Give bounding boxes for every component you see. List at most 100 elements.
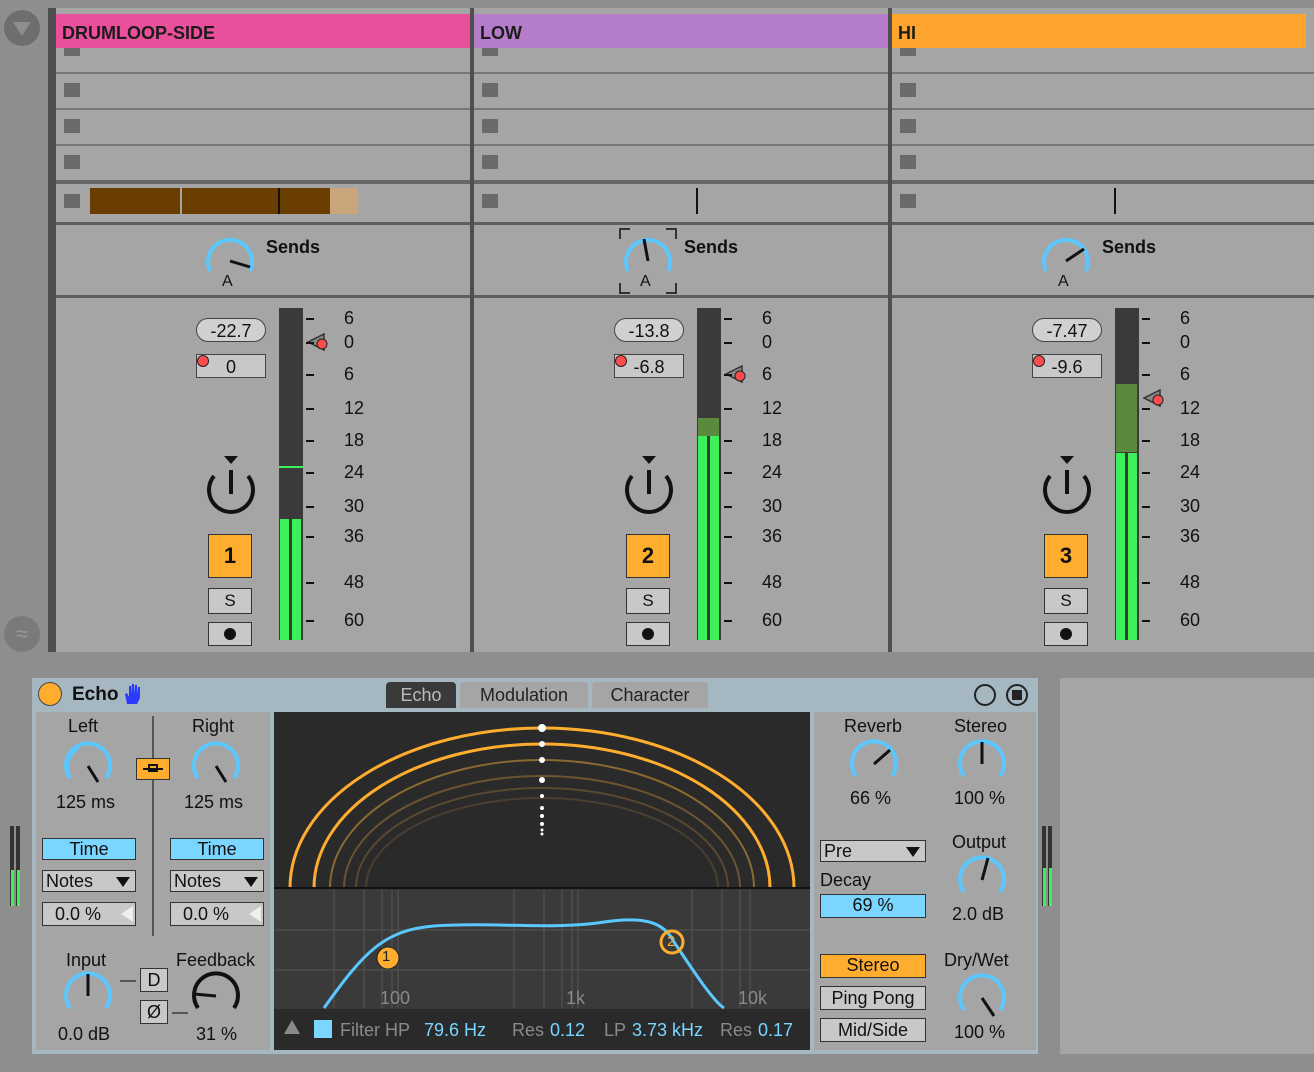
hand-icon[interactable] xyxy=(122,682,144,706)
clip-stop-icon[interactable] xyxy=(482,119,498,133)
meter-scale-label: 6 xyxy=(344,364,355,384)
left-offset-field[interactable]: 0.0 % xyxy=(42,902,136,926)
clip-stop-icon[interactable] xyxy=(482,155,498,169)
filter-toggle-button[interactable] xyxy=(314,1020,332,1038)
reverb-location-dropdown[interactable]: Pre xyxy=(820,840,926,862)
hp-res-value[interactable]: 0.12 xyxy=(550,1020,585,1041)
right-sync-dropdown[interactable]: Notes xyxy=(170,870,264,892)
dry-wet-knob[interactable] xyxy=(954,970,1010,1026)
feedback-knob[interactable] xyxy=(188,968,244,1024)
left-time-knob[interactable] xyxy=(60,738,116,794)
clip-slot[interactable] xyxy=(56,108,470,142)
clip-stop-icon[interactable] xyxy=(64,48,80,56)
clip-slot[interactable] xyxy=(892,48,1314,64)
filter-point-1[interactable]: 1 xyxy=(382,948,390,965)
clip-slot[interactable] xyxy=(474,48,888,64)
stereo-mode-button[interactable]: Stereo xyxy=(820,954,926,978)
stop-slot[interactable] xyxy=(892,180,1314,220)
clip-slot[interactable] xyxy=(56,48,470,64)
pan-knob[interactable] xyxy=(1038,454,1096,524)
right-offset-field[interactable]: 0.0 % xyxy=(170,902,264,926)
pan-knob[interactable] xyxy=(202,454,260,524)
collapse-triangle-icon[interactable] xyxy=(284,1020,300,1034)
clip-slot[interactable] xyxy=(56,72,470,106)
mid-side-mode-button[interactable]: Mid/Side xyxy=(820,1018,926,1042)
left-sync-dropdown[interactable]: Notes xyxy=(42,870,136,892)
arm-record-button[interactable] xyxy=(208,622,252,646)
clip-stop-icon[interactable] xyxy=(64,83,80,97)
invert-phase-button[interactable]: Ø xyxy=(140,1000,168,1024)
lp-frequency-value[interactable]: 3.73 kHz xyxy=(632,1020,703,1041)
decay-label: Decay xyxy=(820,870,872,890)
stop-slot[interactable] xyxy=(56,180,470,220)
hp-frequency-value[interactable]: 79.6 Hz xyxy=(424,1020,486,1041)
reverb-label: Reverb xyxy=(844,716,903,736)
clip-stop-icon[interactable] xyxy=(64,155,80,169)
reverb-knob[interactable] xyxy=(846,736,902,792)
arm-record-button[interactable] xyxy=(626,622,670,646)
left-time-mode-button[interactable]: Time xyxy=(42,838,136,860)
sends-section: A Sends xyxy=(474,222,888,298)
clip-slot[interactable] xyxy=(474,108,888,142)
right-time-mode-button[interactable]: Time xyxy=(170,838,264,860)
save-preset-icon[interactable] xyxy=(1006,684,1028,706)
decay-slider[interactable]: 69 % xyxy=(820,894,926,918)
clip-stop-icon[interactable] xyxy=(482,194,498,208)
clip-stop-icon[interactable] xyxy=(482,48,498,56)
volume-display[interactable]: -22.7 xyxy=(196,318,266,342)
volume-display[interactable]: -13.8 xyxy=(614,318,684,342)
arm-record-button[interactable] xyxy=(1044,622,1088,646)
clip-slot[interactable] xyxy=(892,72,1314,106)
track-activator-button[interactable]: 1 xyxy=(208,534,252,578)
clip-stop-icon[interactable] xyxy=(482,83,498,97)
track-activator-button[interactable]: 2 xyxy=(626,534,670,578)
hot-swap-icon[interactable] xyxy=(974,684,996,706)
clip-slot[interactable] xyxy=(892,108,1314,142)
clip-stop-icon[interactable] xyxy=(900,119,916,133)
clip-stop-icon[interactable] xyxy=(64,194,80,208)
meter-scale-label: 12 xyxy=(344,398,365,418)
solo-button[interactable]: S xyxy=(1044,588,1088,614)
device-power-button[interactable] xyxy=(38,682,62,706)
lp-res-value[interactable]: 0.17 xyxy=(758,1020,793,1041)
solo-button[interactable]: S xyxy=(626,588,670,614)
dc-filter-button[interactable]: D xyxy=(140,968,168,992)
solo-button[interactable]: S xyxy=(208,588,252,614)
clip-stop-icon[interactable] xyxy=(900,48,916,56)
filter-point-2[interactable]: 2 xyxy=(667,933,675,950)
collapse-toggle-button[interactable] xyxy=(4,10,40,46)
stop-slot[interactable] xyxy=(474,180,888,220)
echo-visualization: 1 2 100 1k 10k Filter HP 79.6 Hz Res 0.1… xyxy=(274,712,810,1050)
tab-character[interactable]: Character xyxy=(592,682,708,708)
clip-stop-icon[interactable] xyxy=(900,194,916,208)
clip-slot[interactable] xyxy=(474,144,888,178)
pan-knob[interactable] xyxy=(620,454,678,524)
clip-slot[interactable] xyxy=(474,72,888,106)
ping-pong-mode-button[interactable]: Ping Pong xyxy=(820,986,926,1010)
clip-slot[interactable] xyxy=(892,144,1314,178)
clip-stop-icon[interactable] xyxy=(900,155,916,169)
divider xyxy=(152,716,154,936)
track-3-title[interactable]: HI xyxy=(892,14,1306,48)
output-value: 2.0 dB xyxy=(952,904,1005,924)
output-knob[interactable] xyxy=(954,852,1010,908)
empty-device-area xyxy=(1060,678,1314,1054)
stereo-knob[interactable] xyxy=(954,736,1010,792)
link-button[interactable] xyxy=(136,758,170,780)
tab-echo[interactable]: Echo xyxy=(386,682,456,708)
clip-stop-icon[interactable] xyxy=(900,83,916,97)
track-activator-button[interactable]: 3 xyxy=(1044,534,1088,578)
meter-scale-tick xyxy=(1142,440,1150,442)
right-time-knob[interactable] xyxy=(188,738,244,794)
clip-stop-icon[interactable] xyxy=(64,119,80,133)
echo-tunnel-display[interactable] xyxy=(274,712,810,1050)
tab-modulation[interactable]: Modulation xyxy=(460,682,588,708)
track-1-title[interactable]: DRUMLOOP-SIDE xyxy=(56,14,470,48)
track-2-title[interactable]: LOW xyxy=(474,14,888,48)
input-knob[interactable] xyxy=(60,968,116,1024)
clip-slot[interactable] xyxy=(56,144,470,178)
volume-display[interactable]: -7.47 xyxy=(1032,318,1102,342)
meter-scale-tick xyxy=(306,536,314,538)
wave-toggle-button[interactable]: ≈ xyxy=(4,616,40,652)
device-title[interactable]: Echo xyxy=(72,684,118,706)
